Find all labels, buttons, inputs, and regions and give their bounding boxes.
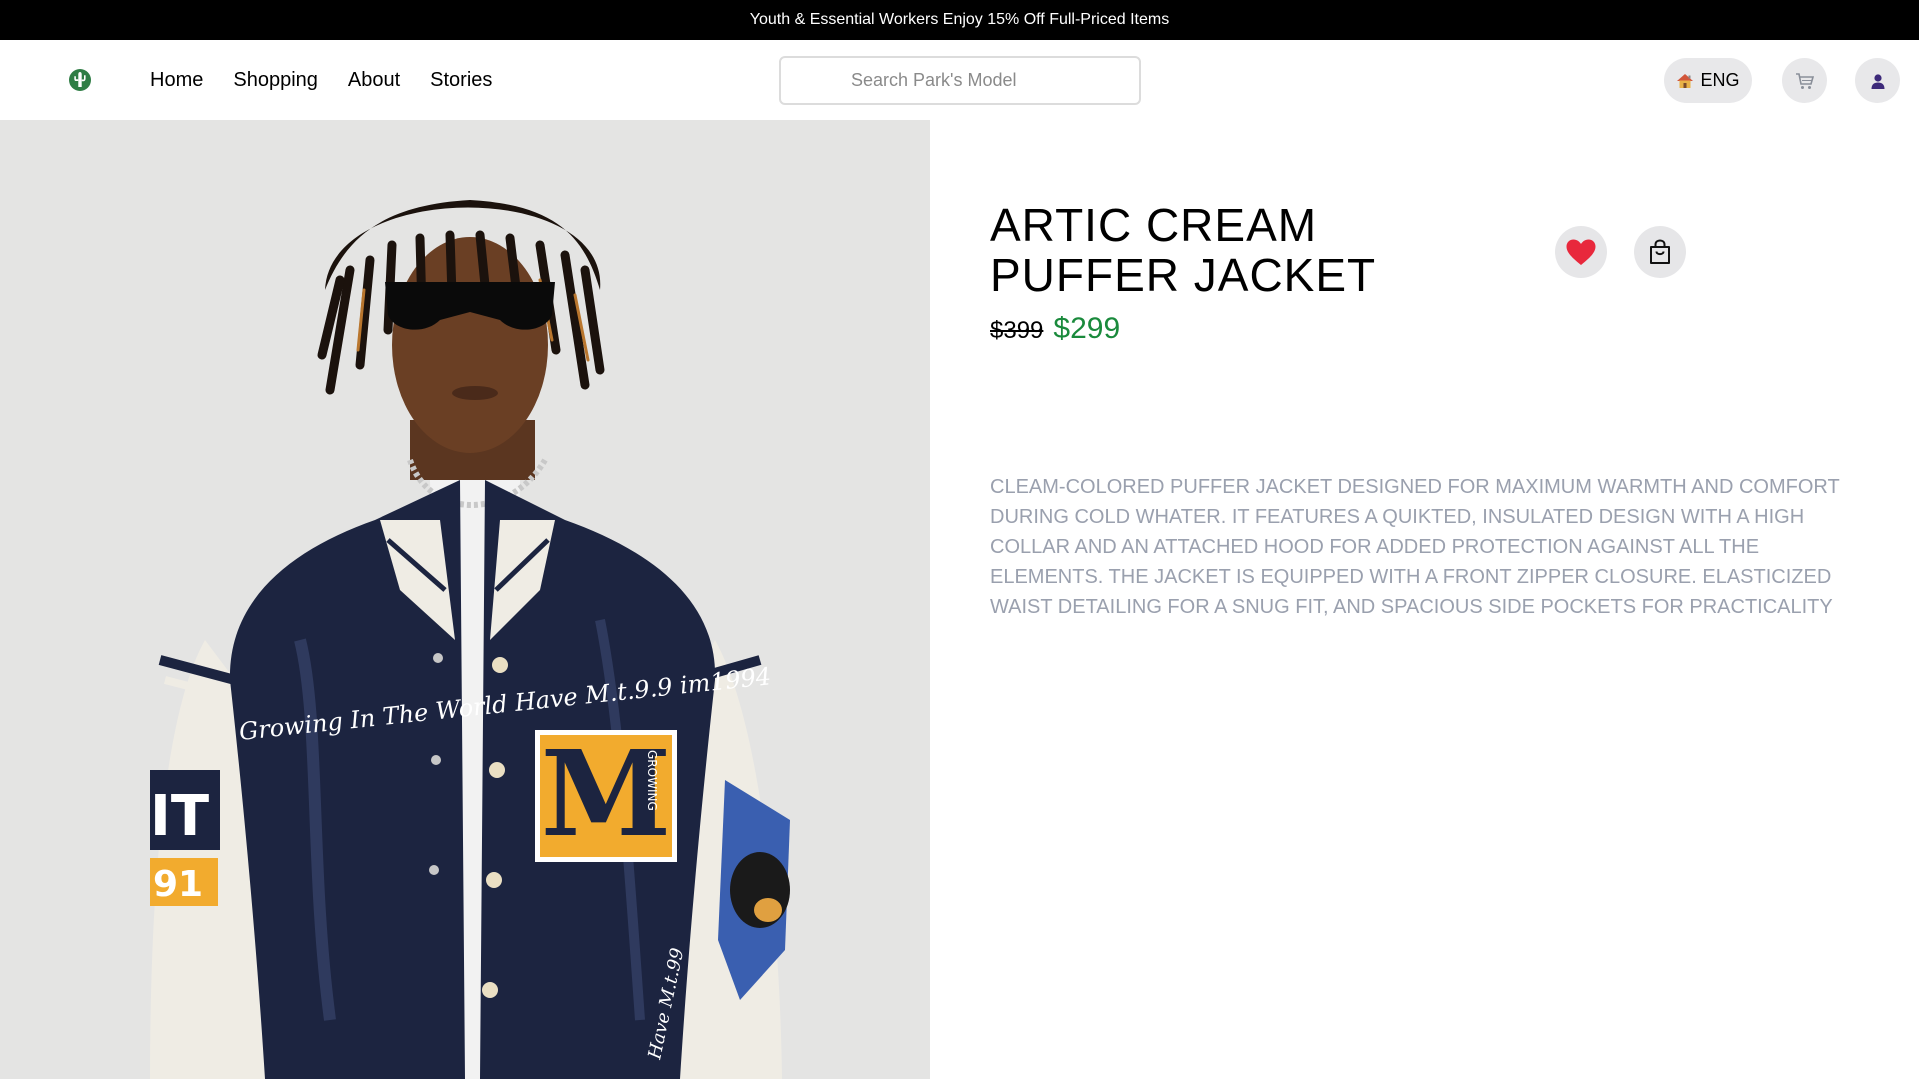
cart-button[interactable]: [1782, 58, 1827, 103]
language-selector[interactable]: ENG: [1664, 58, 1752, 103]
cactus-logo-icon[interactable]: [68, 68, 92, 92]
main-menu: Home Shopping About Stories: [150, 40, 492, 120]
product-title: ARTIC CREAM PUFFER JACKET: [990, 199, 1377, 301]
cart-icon: [1795, 72, 1814, 89]
nav-link-shopping[interactable]: Shopping: [233, 69, 318, 92]
promo-text: Youth & Essential Workers Enjoy 15% Off …: [749, 11, 1170, 28]
house-icon: [1677, 73, 1694, 88]
sleeve-number: 91: [153, 864, 203, 905]
search-box: [779, 56, 1141, 105]
shopping-bag-icon: [1650, 239, 1670, 264]
original-price: $399: [990, 317, 1044, 344]
nav-link-about[interactable]: About: [348, 69, 400, 92]
product-image: Growing In The World Have M.t.9.9 im1994…: [0, 120, 930, 1079]
user-icon: [1871, 73, 1884, 89]
patch-side-text: GROWING: [645, 750, 659, 811]
search-input[interactable]: [781, 58, 1139, 103]
top-navigation: Home Shopping About Stories ENG: [0, 40, 1919, 120]
sale-price: $299: [1053, 312, 1121, 345]
favorite-button[interactable]: [1555, 226, 1607, 278]
product-details: ARTIC CREAM PUFFER JACKET $399 $299 CLEA…: [990, 199, 1840, 618]
sleeve-letters: IT: [150, 784, 209, 849]
heart-icon: [1566, 239, 1596, 265]
nav-link-stories[interactable]: Stories: [430, 69, 492, 92]
letter-patch: M GROWING: [535, 724, 677, 863]
language-label: ENG: [1700, 70, 1740, 90]
product-description: CLEAM-COLORED PUFFER JACKET DESIGNED FOR…: [990, 476, 1840, 618]
price-row: $399 $299: [990, 312, 1840, 346]
nav-link-home[interactable]: Home: [150, 69, 203, 92]
account-button[interactable]: [1855, 58, 1900, 103]
model-photo: Growing In The World Have M.t.9.9 im1994…: [0, 120, 930, 1079]
add-to-bag-button[interactable]: [1634, 226, 1686, 278]
promo-banner: Youth & Essential Workers Enjoy 15% Off …: [0, 0, 1919, 40]
